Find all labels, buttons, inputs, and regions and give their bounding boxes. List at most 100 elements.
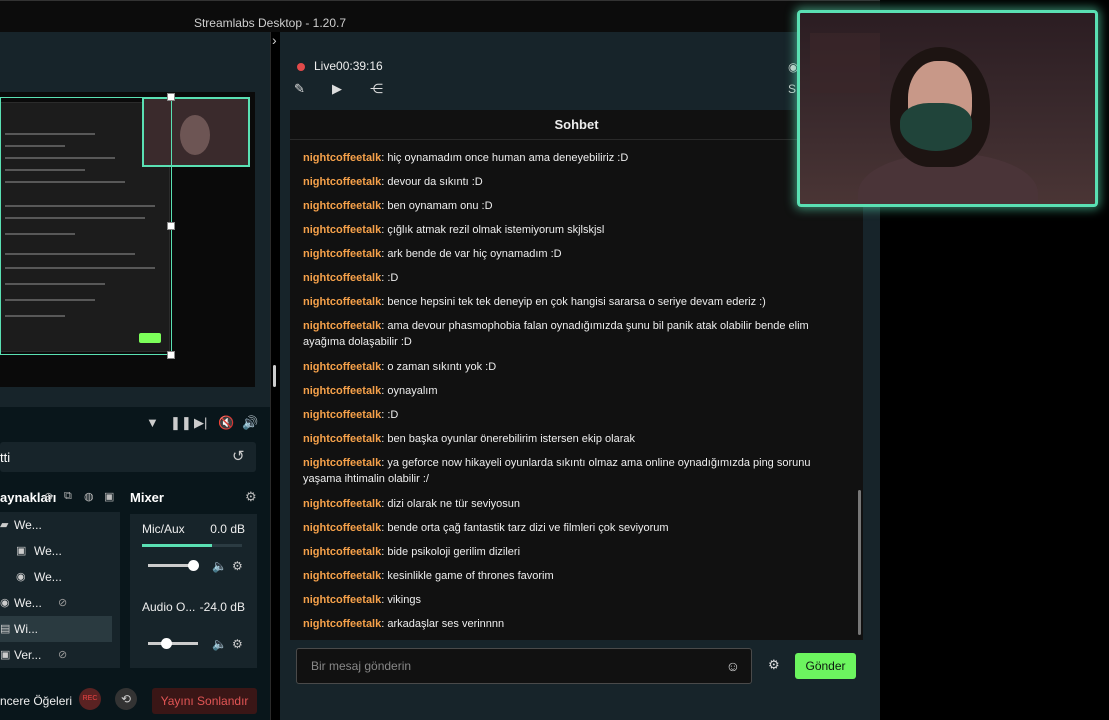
slider-knob[interactable] bbox=[160, 638, 172, 649]
chat-text: o zaman sıkıntı yok :D bbox=[387, 361, 497, 373]
chat-username[interactable]: nightcoffeetalk bbox=[303, 176, 381, 188]
chat-username[interactable]: nightcoffeetalk bbox=[303, 296, 381, 308]
chat-username[interactable]: nightcoffeetalk bbox=[303, 457, 381, 469]
editor-elements-link[interactable]: ncere Öğeleri bbox=[0, 694, 72, 708]
chat-username[interactable]: nightcoffeetalk bbox=[303, 152, 381, 164]
chat-username[interactable]: nightcoffeetalk bbox=[303, 224, 381, 236]
chat-message: nightcoffeetalk: oynayalım bbox=[303, 385, 438, 397]
chat-username[interactable]: nightcoffeetalk bbox=[303, 320, 381, 332]
chat-username[interactable]: nightcoffeetalk bbox=[303, 594, 381, 606]
resize-grip[interactable] bbox=[273, 365, 276, 387]
chat-username[interactable]: nightcoffeetalk bbox=[303, 200, 381, 212]
speaker-icon[interactable]: 🔈 bbox=[212, 637, 227, 651]
chat-text: ark bende de var hiç oynamadım :D bbox=[387, 248, 562, 260]
source-item[interactable]: ◉ We... ⊘ bbox=[0, 590, 112, 616]
image-icon: ▣ bbox=[0, 649, 11, 661]
add-folder-icon[interactable]: ⧉ bbox=[64, 490, 72, 503]
record-button[interactable]: REC bbox=[79, 688, 101, 710]
chat-message: nightcoffeetalk: bende orta çağ fantasti… bbox=[303, 522, 669, 534]
resize-handle[interactable] bbox=[167, 351, 175, 359]
source-settings-icon[interactable]: ◍ bbox=[84, 490, 94, 503]
chat-username[interactable]: nightcoffeetalk bbox=[303, 618, 381, 630]
gear-icon[interactable]: ⚙ bbox=[768, 657, 780, 673]
source-item[interactable]: ◉ We... bbox=[0, 564, 112, 590]
chat-title: Sohbet bbox=[290, 110, 863, 140]
chat-username[interactable]: nightcoffeetalk bbox=[303, 385, 381, 397]
resize-handle[interactable] bbox=[167, 93, 175, 101]
chat-username[interactable]: nightcoffeetalk bbox=[303, 546, 381, 558]
refresh-icon[interactable]: ↺ bbox=[232, 447, 245, 465]
visibility-off-icon[interactable]: ⊘ bbox=[58, 648, 67, 661]
gear-icon[interactable]: ⚙ bbox=[232, 637, 243, 651]
chevron-right-icon[interactable]: › bbox=[272, 32, 277, 48]
video-camera-icon[interactable]: ▶ bbox=[332, 81, 342, 97]
visibility-off-icon[interactable]: ⊘ bbox=[58, 596, 67, 609]
slider-knob[interactable] bbox=[188, 560, 199, 571]
pause-icon[interactable]: ❚❚ bbox=[170, 415, 192, 431]
volume-slider[interactable] bbox=[148, 560, 199, 571]
volume-icon[interactable]: 🔊 bbox=[242, 415, 258, 431]
chat-username[interactable]: nightcoffeetalk bbox=[303, 272, 381, 284]
chat-username[interactable]: nightcoffeetalk bbox=[303, 522, 381, 534]
chat-scrollbar[interactable] bbox=[858, 490, 861, 635]
mixer-channel-db: 0.0 dB bbox=[210, 522, 245, 536]
chat-username[interactable]: nightcoffeetalk bbox=[303, 248, 381, 260]
add-source-icon[interactable]: ⊕ bbox=[44, 490, 53, 503]
chat-text: :D bbox=[387, 272, 399, 284]
chat-message: nightcoffeetalk: ark bende de var hiç oy… bbox=[303, 248, 562, 260]
chat-message: nightcoffeetalk: :D bbox=[303, 272, 399, 284]
resize-handle[interactable] bbox=[167, 222, 175, 230]
chat-message: nightcoffeetalk: arkadaşlar ses verinnnn bbox=[303, 618, 505, 630]
selection-box[interactable] bbox=[0, 97, 172, 355]
scene-selector[interactable]: tti ↺ bbox=[0, 442, 256, 472]
chat-username[interactable]: nightcoffeetalk bbox=[303, 433, 381, 445]
chat-message: nightcoffeetalk: hiç oynamadım once huma… bbox=[303, 152, 629, 164]
chat-username[interactable]: nightcoffeetalk bbox=[303, 409, 381, 421]
chat-text: arkadaşlar ses verinnnn bbox=[387, 618, 505, 630]
edit-icon[interactable]: ✎ bbox=[294, 81, 305, 97]
source-item[interactable]: ▣ We... bbox=[0, 538, 112, 564]
chat-text: oynayalım bbox=[387, 385, 438, 397]
window-icon: ▤ bbox=[0, 623, 11, 635]
chat-text: çığlık atmak rezil olmak istemiyorum skj… bbox=[387, 224, 605, 236]
send-button[interactable]: Gönder bbox=[795, 653, 856, 679]
chat-input-field[interactable]: ☺ bbox=[296, 648, 752, 684]
image-icon: ▣ bbox=[16, 545, 27, 557]
end-stream-button[interactable]: Yayını Sonlandır bbox=[152, 688, 257, 714]
background-shelf bbox=[810, 33, 880, 93]
chat-text: devour da sıkıntı :D bbox=[387, 176, 483, 188]
skip-icon[interactable]: ▶| bbox=[194, 415, 207, 431]
side-label: S bbox=[788, 82, 797, 96]
scene-preview[interactable] bbox=[0, 32, 270, 407]
meter-fill bbox=[142, 544, 212, 547]
replay-icon[interactable]: ⟲ bbox=[115, 688, 137, 710]
chat-message: nightcoffeetalk: kesinlikle game of thro… bbox=[303, 570, 554, 582]
chat-username[interactable]: nightcoffeetalk bbox=[303, 570, 381, 582]
chat-username[interactable]: nightcoffeetalk bbox=[303, 361, 381, 373]
source-item-selected[interactable]: ▤ Wi... bbox=[0, 616, 112, 642]
gear-icon[interactable]: ⚙ bbox=[232, 559, 243, 573]
chat-text: bide psikoloji gerilim dizileri bbox=[387, 546, 521, 558]
source-item[interactable]: ▰ We... bbox=[0, 512, 112, 538]
folder-icon[interactable]: ▣ bbox=[104, 490, 114, 503]
gear-icon[interactable]: ⚙ bbox=[245, 489, 257, 505]
sources-list: ▰ We... ▣ We... ◉ We... ◉ We... ⊘ ▤ Wi..… bbox=[0, 512, 120, 668]
speaker-icon[interactable]: 🔈 bbox=[212, 559, 227, 573]
chat-text: dizi olarak ne tür seviyosun bbox=[387, 498, 521, 510]
source-item[interactable]: ▣ Ver... ⊘ bbox=[0, 642, 112, 668]
volume-slider[interactable] bbox=[148, 638, 198, 649]
share-icon[interactable]: ⋲ bbox=[370, 81, 383, 97]
chat-message: nightcoffeetalk: bence hepsini tek tek d… bbox=[303, 296, 766, 308]
chat-text: kesinlikle game of thrones favorim bbox=[387, 570, 554, 582]
chat-message: nightcoffeetalk: :D bbox=[303, 409, 399, 421]
chat-message-input[interactable] bbox=[311, 649, 711, 683]
chat-text: ben oynamam onu :D bbox=[387, 200, 493, 212]
face-mask bbox=[900, 103, 972, 151]
mixer-title: Mixer bbox=[130, 490, 164, 505]
emoji-icon[interactable]: ☺ bbox=[726, 658, 740, 674]
mixer-channel-name: Mic/Aux bbox=[142, 522, 185, 536]
mixer-channel-name: Audio O... bbox=[142, 600, 196, 614]
chat-username[interactable]: nightcoffeetalk bbox=[303, 498, 381, 510]
mute-icon[interactable]: 🔇 bbox=[218, 415, 234, 431]
filter-icon[interactable]: ▼ bbox=[146, 415, 159, 430]
